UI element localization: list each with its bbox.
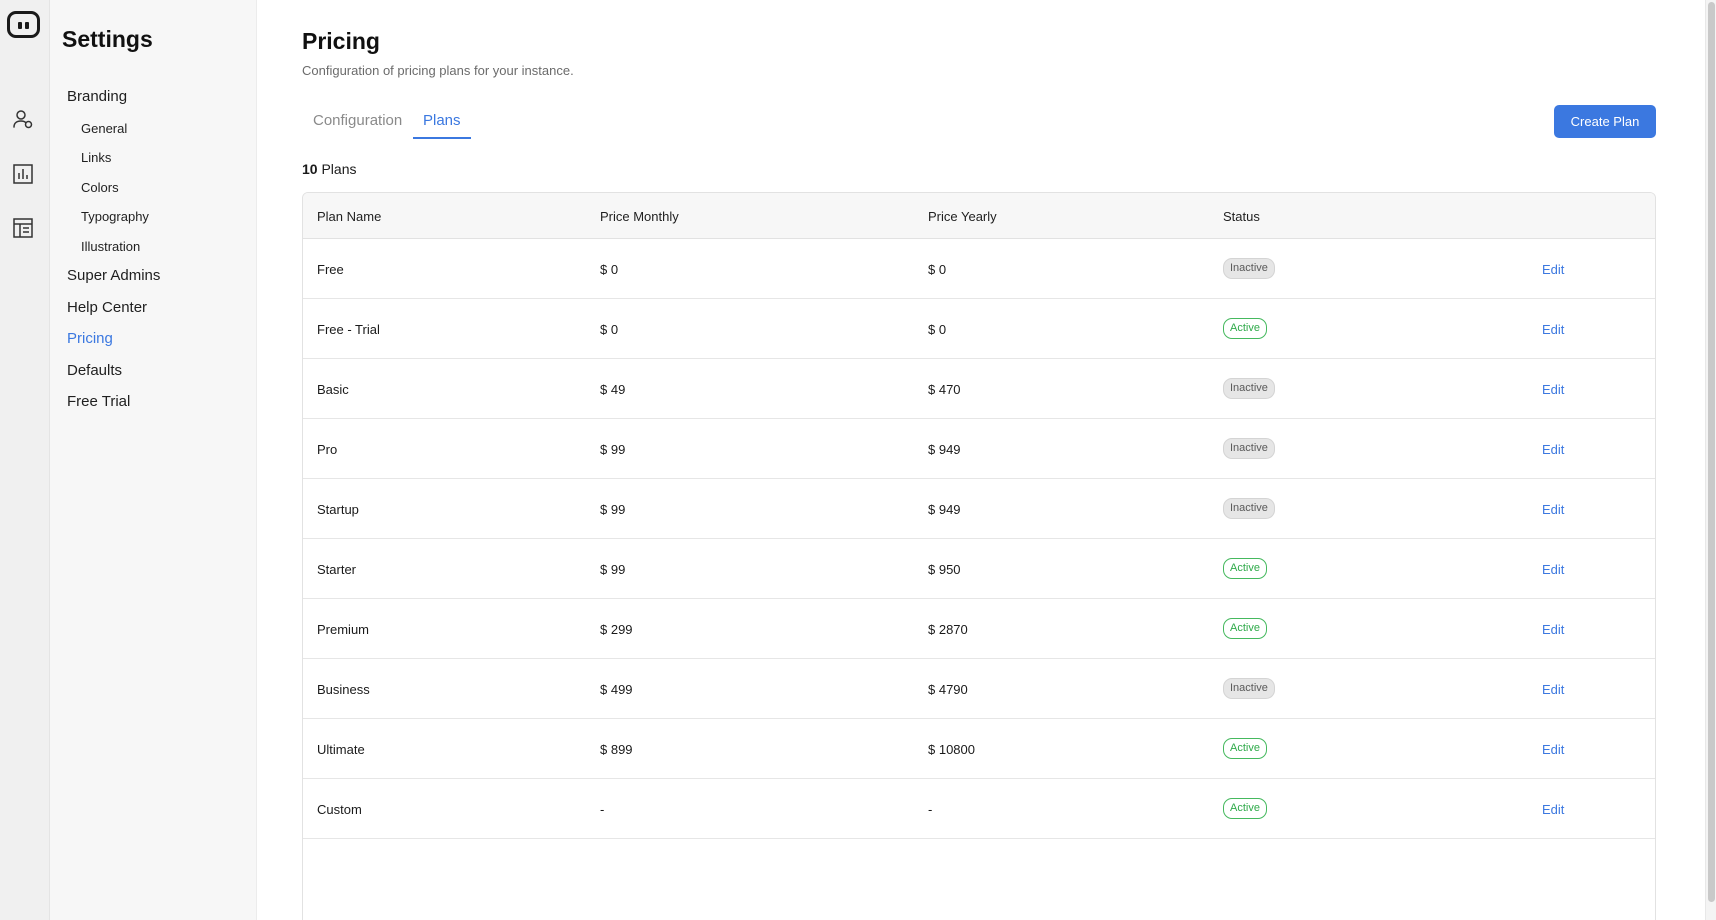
- page-scrollbar[interactable]: [1705, 0, 1716, 920]
- sidebar-item-free-trial[interactable]: Free Trial: [67, 393, 130, 410]
- price-monthly-cell: $ 0: [600, 322, 619, 337]
- sidebar-subitem-illustration[interactable]: Illustration: [81, 239, 140, 254]
- users-icon[interactable]: [12, 108, 34, 130]
- plan-count-number: 10: [302, 161, 318, 177]
- table-header: Plan Name Price Monthly Price Yearly Sta…: [303, 193, 1655, 239]
- table-row: Pro $ 99 $ 949 Inactive Edit: [303, 419, 1655, 479]
- plan-name-cell: Ultimate: [317, 742, 365, 757]
- table-row: Starter $ 99 $ 950 Active Edit: [303, 539, 1655, 599]
- price-yearly-cell: $ 950: [928, 562, 961, 577]
- plan-name-cell: Free - Trial: [317, 322, 380, 337]
- price-monthly-cell: $ 899: [600, 742, 633, 757]
- tab-configuration[interactable]: Configuration: [303, 112, 412, 137]
- create-plan-button[interactable]: Create Plan: [1554, 105, 1656, 138]
- price-monthly-cell: $ 499: [600, 682, 633, 697]
- sidebar-subitem-links[interactable]: Links: [81, 150, 111, 165]
- status-badge: Inactive: [1223, 258, 1275, 279]
- price-yearly-cell: $ 4790: [928, 682, 968, 697]
- column-header-price-monthly: Price Monthly: [600, 209, 679, 224]
- edit-link[interactable]: Edit: [1542, 262, 1564, 277]
- edit-link[interactable]: Edit: [1542, 682, 1564, 697]
- tab-plans[interactable]: Plans: [413, 112, 471, 139]
- plan-name-cell: Pro: [317, 442, 338, 457]
- plan-name-cell: Starter: [317, 562, 357, 577]
- price-yearly-cell: $ 2870: [928, 622, 968, 637]
- plans-table: Plan Name Price Monthly Price Yearly Sta…: [302, 192, 1656, 920]
- status-badge: Inactive: [1223, 498, 1275, 519]
- plan-count: 10 Plans: [302, 161, 357, 177]
- price-yearly-cell: $ 0: [928, 262, 947, 277]
- price-monthly-cell: $ 99: [600, 502, 626, 517]
- status-badge: Inactive: [1223, 378, 1275, 399]
- sidebar-subitem-colors[interactable]: Colors: [81, 180, 119, 195]
- status-badge: Active: [1223, 738, 1267, 759]
- price-monthly-cell: $ 299: [600, 622, 633, 637]
- plan-name-cell: Custom: [317, 802, 362, 817]
- status-badge: Active: [1223, 558, 1267, 579]
- status-badge: Active: [1223, 318, 1267, 339]
- price-yearly-cell: -: [928, 802, 933, 817]
- page-subtitle: Configuration of pricing plans for your …: [302, 63, 574, 78]
- price-yearly-cell: $ 10800: [928, 742, 975, 757]
- scrollbar-thumb[interactable]: [1708, 2, 1715, 902]
- price-yearly-cell: $ 949: [928, 442, 961, 457]
- edit-link[interactable]: Edit: [1542, 442, 1564, 457]
- edit-link[interactable]: Edit: [1542, 382, 1564, 397]
- edit-link[interactable]: Edit: [1542, 562, 1564, 577]
- table-row: Business $ 499 $ 4790 Inactive Edit: [303, 659, 1655, 719]
- edit-link[interactable]: Edit: [1542, 622, 1564, 637]
- status-badge: Inactive: [1223, 678, 1275, 699]
- table-row: Free $ 0 $ 0 Inactive Edit: [303, 239, 1655, 299]
- edit-link[interactable]: Edit: [1542, 502, 1564, 517]
- status-badge: Active: [1223, 618, 1267, 639]
- sidebar-item-pricing[interactable]: Pricing: [67, 330, 113, 347]
- sidebar-item-help-center[interactable]: Help Center: [67, 299, 147, 316]
- bar-chart-icon[interactable]: [12, 163, 34, 185]
- edit-link[interactable]: Edit: [1542, 322, 1564, 337]
- status-badge: Inactive: [1223, 438, 1275, 459]
- table-row: Custom - - Active Edit: [303, 779, 1655, 839]
- sidebar-item-defaults[interactable]: Defaults: [67, 362, 122, 379]
- plan-name-cell: Premium: [317, 622, 370, 637]
- column-header-status: Status: [1223, 209, 1260, 224]
- table-row: Startup $ 99 $ 949 Inactive Edit: [303, 479, 1655, 539]
- icon-rail: [0, 0, 50, 920]
- price-yearly-cell: $ 949: [928, 502, 961, 517]
- status-badge: Active: [1223, 798, 1267, 819]
- logo-icon[interactable]: [7, 11, 40, 38]
- edit-link[interactable]: Edit: [1542, 802, 1564, 817]
- column-header-plan-name: Plan Name: [317, 209, 382, 224]
- price-yearly-cell: $ 0: [928, 322, 947, 337]
- sidebar-title: Settings: [62, 26, 153, 52]
- sidebar-subitem-typography[interactable]: Typography: [81, 209, 149, 224]
- price-monthly-cell: $ 49: [600, 382, 626, 397]
- plan-count-label: Plans: [321, 161, 357, 177]
- price-monthly-cell: $ 99: [600, 562, 626, 577]
- column-header-price-yearly: Price Yearly: [928, 209, 997, 224]
- plan-name-cell: Business: [317, 682, 370, 697]
- price-monthly-cell: -: [600, 802, 605, 817]
- table-row: Ultimate $ 899 $ 10800 Active Edit: [303, 719, 1655, 779]
- plan-name-cell: Startup: [317, 502, 359, 517]
- sidebar-subitem-general[interactable]: General: [81, 121, 127, 136]
- plan-name-cell: Free: [317, 262, 344, 277]
- price-yearly-cell: $ 470: [928, 382, 961, 397]
- table-row: Basic $ 49 $ 470 Inactive Edit: [303, 359, 1655, 419]
- page-title: Pricing: [302, 28, 380, 54]
- layout-icon[interactable]: [12, 217, 34, 239]
- price-monthly-cell: $ 0: [600, 262, 619, 277]
- sidebar-item-branding[interactable]: Branding: [67, 88, 127, 105]
- price-monthly-cell: $ 99: [600, 442, 626, 457]
- table-row: Premium $ 299 $ 2870 Active Edit: [303, 599, 1655, 659]
- table-row: Free - Trial $ 0 $ 0 Active Edit: [303, 299, 1655, 359]
- edit-link[interactable]: Edit: [1542, 742, 1564, 757]
- plan-name-cell: Basic: [317, 382, 349, 397]
- sidebar-item-super-admins[interactable]: Super Admins: [67, 267, 160, 284]
- settings-sidebar: Settings Branding General Links Colors T…: [50, 0, 257, 920]
